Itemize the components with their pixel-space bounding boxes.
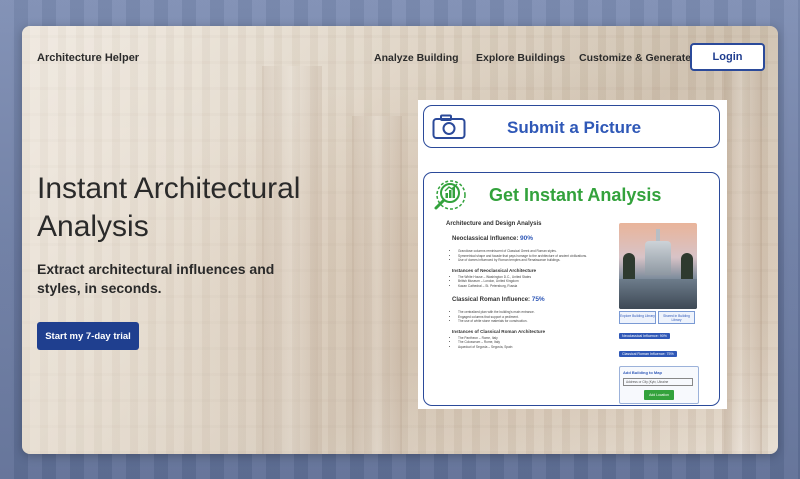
- add-to-map-card: Add Building to Map Address or City (Kyi…: [619, 366, 699, 404]
- neoclassical-instances-heading: Instances of Neoclassical Architecture: [452, 267, 537, 273]
- influence-percent: 75%: [531, 296, 545, 303]
- start-trial-button[interactable]: Start my 7-day trial: [37, 322, 139, 350]
- library-buttons: Explore Building Library Shared in Build…: [619, 311, 697, 324]
- add-location-button[interactable]: Add Location: [644, 390, 674, 400]
- explore-library-button[interactable]: Explore Building Library: [619, 311, 656, 324]
- photo-building: [645, 241, 671, 275]
- photo-tree: [623, 253, 635, 281]
- list-item: Kazan Cathedral – St. Petersburg, Russia: [458, 284, 614, 289]
- roman-influence: Classical Roman Influence: 75%: [452, 296, 614, 303]
- roman-bullets: The centralized plan with the building's…: [446, 310, 614, 324]
- neoclassical-bullets: Grandiose columns reminiscent of Classic…: [446, 249, 614, 263]
- location-input[interactable]: Address or City (Kyiv, Ukraine: [623, 378, 693, 386]
- list-item: Use of domes influenced by Roman temples…: [458, 258, 614, 263]
- influence-label: Classical Roman Influence:: [452, 297, 531, 303]
- neoclassical-tag: Neoclassical Influence: 90%: [619, 333, 670, 339]
- instant-analysis-box: Get Instant Analysis Architecture and De…: [423, 172, 720, 406]
- nav-analyze-building[interactable]: Analyze Building: [374, 52, 459, 64]
- login-button[interactable]: Login: [690, 43, 765, 71]
- roman-instances-heading: Instances of Classical Roman Architectur…: [452, 328, 546, 334]
- list-item: Aqueduct of Segovia – Segovia, Spain: [458, 345, 614, 350]
- hero-subtitle: Extract architectural influences and sty…: [37, 261, 275, 296]
- analysis-sidebar: Explore Building Library Shared in Build…: [619, 223, 699, 404]
- neoclassical-instances: The White House – Washington D.C., Unite…: [446, 275, 614, 289]
- roman-tag: Classical Roman Influence: 75%: [619, 351, 677, 357]
- map-card-title: Add Building to Map: [623, 370, 662, 375]
- top-nav: Architecture Helper Analyze Building Exp…: [22, 26, 778, 88]
- nav-customize-generate[interactable]: Customize & Generate: [579, 52, 691, 64]
- analysis-chart-icon: [434, 180, 466, 210]
- list-item: The use of white stone materials for con…: [458, 319, 614, 324]
- camera-icon: [432, 114, 466, 139]
- brand-name[interactable]: Architecture Helper: [37, 52, 139, 64]
- influence-percent: 90%: [520, 235, 534, 242]
- hero-card: Architecture Helper Analyze Building Exp…: [22, 26, 778, 454]
- nav-explore-buildings[interactable]: Explore Buildings: [476, 52, 565, 64]
- feature-panel: Submit a Picture Get Instant Analysis Ar…: [418, 100, 727, 409]
- submit-picture-box[interactable]: Submit a Picture: [423, 105, 720, 148]
- instant-analysis-label: Get Instant Analysis: [489, 185, 662, 205]
- report-heading: Architecture and Design Analysis: [446, 221, 542, 227]
- roman-instances: The Pantheon – Rome, Italy The Colosseum…: [446, 336, 614, 350]
- shared-library-button[interactable]: Shared in Building Library: [658, 311, 695, 324]
- photo-reflection: [619, 279, 697, 309]
- influence-label: Neoclassical Influence:: [452, 236, 519, 242]
- hero-title: Instant Architectural Analysis: [37, 172, 301, 243]
- neoclassical-influence: Neoclassical Influence: 90%: [452, 235, 614, 242]
- photo-tree: [681, 253, 693, 281]
- analysis-report: Architecture and Design Analysis Neoclas…: [446, 221, 614, 354]
- submit-picture-label: Submit a Picture: [507, 118, 642, 137]
- building-photo: [619, 223, 697, 309]
